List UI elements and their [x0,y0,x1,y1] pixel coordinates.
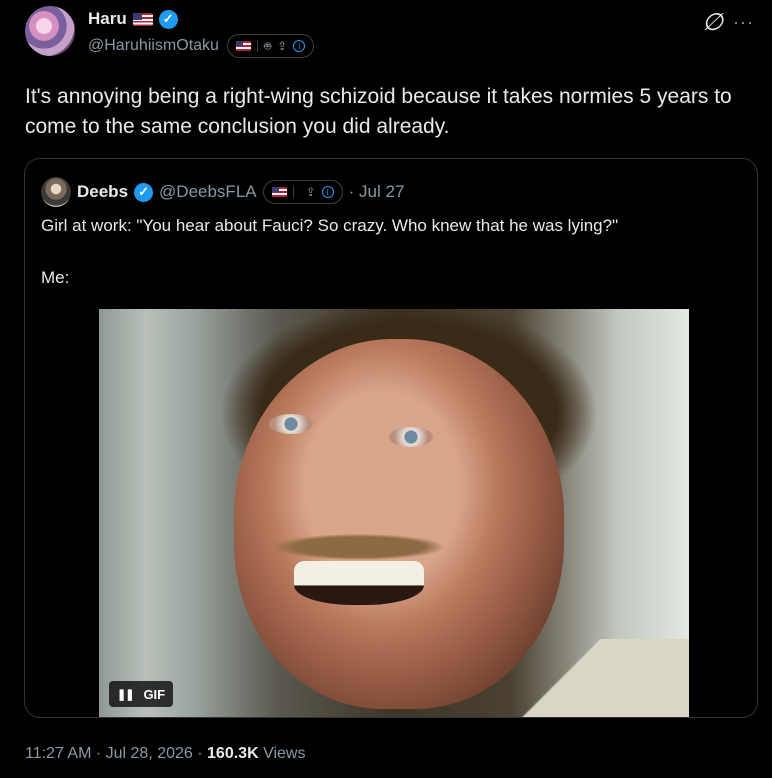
tweet: Haru ✓ @HaruhiismOtaku 🤖︎ ⇪ i ∅ ··· It's… [0,0,772,778]
info-icon[interactable]: i [321,186,334,198]
us-flag-icon [132,12,153,26]
grok-icon[interactable]: ∅ [702,8,723,37]
media-left-eye [269,414,313,434]
gif-label: GIF [143,686,166,702]
quoted-name[interactable]: Deebs [77,182,128,202]
us-flag-icon [271,187,287,197]
pause-icon[interactable]: ❚❚ [117,688,134,701]
author-handle-row: @HaruhiismOtaku 🤖︎ ⇪ i [88,34,315,58]
info-icon[interactable]: i [293,40,306,52]
verified-check-icon[interactable]: ✓ [134,182,154,202]
tweet-timestamp[interactable]: 11:27 AM · Jul 28, 2026 · [25,745,207,762]
quoted-avatar[interactable] [41,177,71,207]
media-mustache [274,534,444,560]
gif-badge[interactable]: ❚❚ GIF [109,681,174,707]
quoted-text: Girl at work: "You hear about Fauci? So … [41,216,619,287]
tweet-text: It's annoying being a right-wing schizoi… [25,85,732,138]
more-icon[interactable]: ··· [733,12,754,33]
quoted-date[interactable]: · Jul 27 [349,182,405,202]
quoted-header: Deebs ✓ @DeebsFLA ⇪ i · Jul 27 [41,177,404,207]
author-handle[interactable]: @HaruhiismOtaku [88,37,219,55]
share-icon[interactable]: ⇪ [277,39,287,53]
author-name-row: Haru ✓ [88,9,178,29]
author-name[interactable]: Haru [88,9,127,29]
verified-check-icon[interactable]: ✓ [158,9,178,29]
views-label: Views [258,745,306,762]
quoted-handle[interactable]: @DeebsFLA [159,182,257,202]
share-icon[interactable]: ⇪ [306,185,316,199]
pill-divider [256,40,258,52]
quoted-gif-media[interactable]: ❚❚ GIF [99,309,689,717]
media-right-eye [389,427,433,447]
android-icon: 🤖︎ [263,38,272,53]
views-count: 160.3K [207,745,259,762]
media-teeth [294,561,424,605]
us-flag-icon [235,41,251,51]
pill-divider [292,186,294,198]
author-info-pill[interactable]: 🤖︎ ⇪ i [226,34,315,58]
media-collar [479,639,689,717]
author-avatar[interactable] [25,6,75,56]
tweet-footer: 11:27 AM · Jul 28, 2026 · 160.3K Views [25,745,305,763]
tweet-actions-top: ∅ ··· [702,8,754,37]
quoted-info-pill[interactable]: ⇪ i [262,180,343,204]
quoted-tweet[interactable]: Deebs ✓ @DeebsFLA ⇪ i · Jul 27 Girl at w… [24,158,758,718]
